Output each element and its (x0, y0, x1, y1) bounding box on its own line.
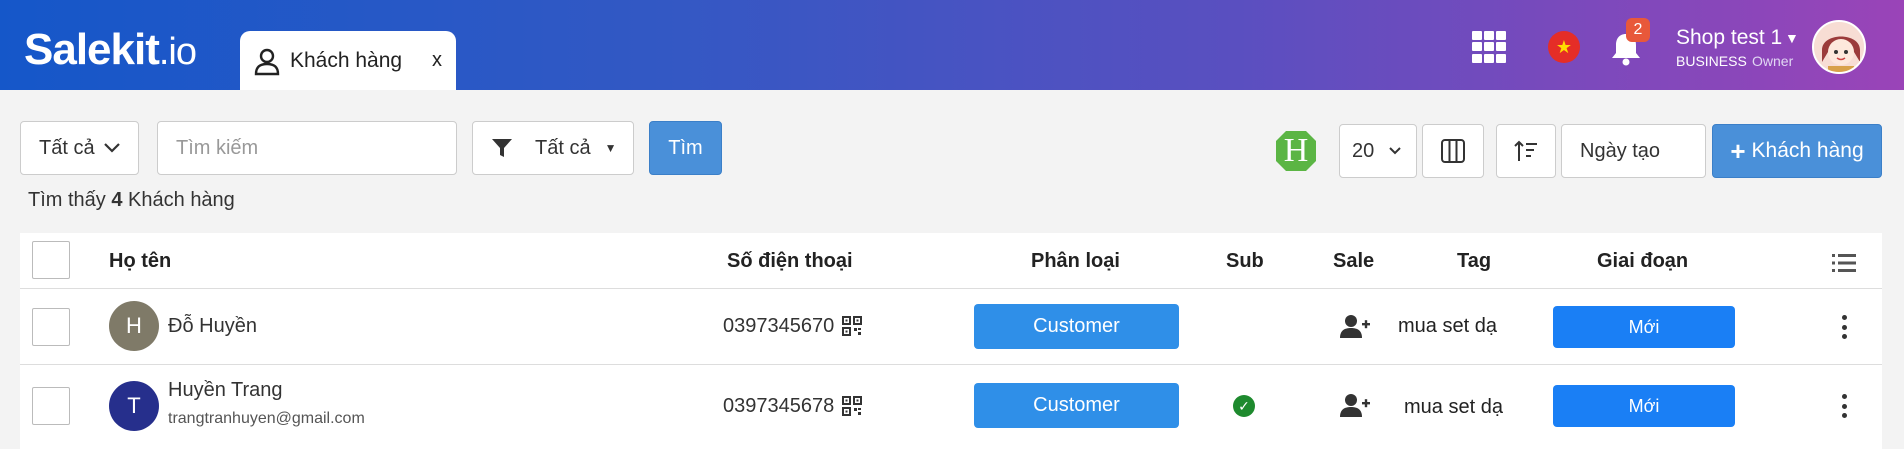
tab-label: Khách hàng (290, 48, 403, 72)
result-count: Tìm thấy 4 Khách hàng (28, 189, 235, 211)
vietnam-flag-icon[interactable]: ★ (1548, 31, 1580, 63)
customer-type-badge[interactable]: Customer (974, 304, 1179, 349)
shop-plan: BUSINESS (1676, 53, 1747, 69)
avatar: H (109, 301, 159, 351)
customer-name[interactable]: Huyền Trang (168, 379, 283, 402)
haravan-icon[interactable]: H (1276, 131, 1316, 171)
caret-down-icon[interactable]: ▼ (1785, 30, 1799, 46)
shop-role: Owner (1752, 53, 1794, 69)
column-header-sub[interactable]: Sub (1226, 250, 1264, 273)
page-size-value: 20 (1352, 139, 1375, 162)
subscribed-check-icon: ✓ (1233, 395, 1255, 417)
tab-close-button[interactable]: x (432, 49, 442, 72)
customer-tag: mua set dạ (1404, 396, 1503, 418)
shop-name[interactable]: Shop test 1 (1676, 26, 1782, 50)
filter-value: Tất cả (535, 136, 591, 159)
stage-badge[interactable]: Mới (1553, 306, 1735, 348)
user-icon (254, 48, 280, 75)
more-options-icon[interactable] (1840, 394, 1848, 418)
column-header-tag[interactable]: Tag (1457, 250, 1491, 273)
search-field[interactable] (157, 121, 457, 175)
column-header-type[interactable]: Phân loại (1031, 250, 1120, 273)
assign-sale-icon[interactable] (1340, 393, 1370, 417)
avatar: T (109, 381, 159, 431)
notification-badge: 2 (1626, 18, 1650, 42)
status-filter-dropdown[interactable]: Tất cả (20, 121, 139, 175)
sort-direction-button[interactable] (1496, 124, 1556, 178)
select-all-checkbox[interactable] (32, 241, 70, 279)
add-customer-button[interactable]: + Khách hàng (1712, 124, 1882, 178)
column-header-name[interactable]: Họ tên (109, 250, 171, 273)
table-header: Họ tên Số điện thoại Phân loại Sub Sale … (20, 233, 1882, 289)
more-options-icon[interactable] (1840, 315, 1848, 339)
apps-grid-icon[interactable] (1472, 31, 1506, 63)
caret-down-icon: ▼ (604, 141, 617, 155)
customer-email: trangtranhuyen@gmail.com (168, 410, 365, 427)
user-avatar[interactable] (1812, 20, 1866, 74)
column-header-stage[interactable]: Giai đoạn (1597, 250, 1688, 273)
chevron-down-icon (103, 143, 120, 153)
page-size-select[interactable]: 20 (1339, 124, 1417, 178)
list-menu-icon[interactable] (1832, 253, 1856, 273)
qr-code-icon[interactable] (842, 396, 862, 416)
column-header-sale[interactable]: Sale (1333, 250, 1374, 273)
tab-khach-hang[interactable]: Khách hàng x (240, 31, 456, 90)
salekit-logo[interactable]: Salekit.io (24, 26, 197, 76)
customer-tag: mua set dạ (1398, 315, 1497, 337)
table-row[interactable]: H Đỗ Huyền 0397345670 Customer mua set d… (20, 289, 1882, 365)
plus-icon: + (1730, 135, 1746, 166)
add-customer-label: Khách hàng (1751, 139, 1864, 162)
chevron-down-icon (1389, 147, 1401, 155)
customer-phone: 0397345670 (723, 315, 835, 337)
top-header: Salekit.io Khách hàng x ★ 2 Shop test 1 … (0, 0, 1904, 90)
search-input[interactable] (176, 136, 456, 160)
customer-type-badge[interactable]: Customer (974, 383, 1179, 428)
columns-icon (1441, 139, 1465, 163)
stage-badge[interactable]: Mới (1553, 385, 1735, 427)
search-button[interactable]: Tìm (649, 121, 722, 175)
funnel-icon (492, 139, 512, 157)
column-header-phone[interactable]: Số điện thoại (727, 250, 853, 273)
sort-icon (1514, 140, 1537, 161)
table-row[interactable]: T Huyền Trang trangtranhuyen@gmail.com 0… (20, 365, 1882, 449)
row-checkbox[interactable] (32, 387, 70, 425)
qr-code-icon[interactable] (842, 316, 862, 336)
row-checkbox[interactable] (32, 308, 70, 346)
assign-sale-icon[interactable] (1340, 314, 1370, 338)
sort-field-select[interactable]: Ngày tạo (1561, 124, 1706, 178)
customer-name[interactable]: Đỗ Huyền (168, 315, 257, 338)
customers-table: Họ tên Số điện thoại Phân loại Sub Sale … (20, 233, 1882, 449)
columns-toggle-button[interactable] (1422, 124, 1484, 178)
status-filter-value: Tất cả (39, 136, 95, 159)
filter-dropdown[interactable]: Tất cả ▼ (472, 121, 634, 175)
customer-phone: 0397345678 (723, 395, 835, 417)
